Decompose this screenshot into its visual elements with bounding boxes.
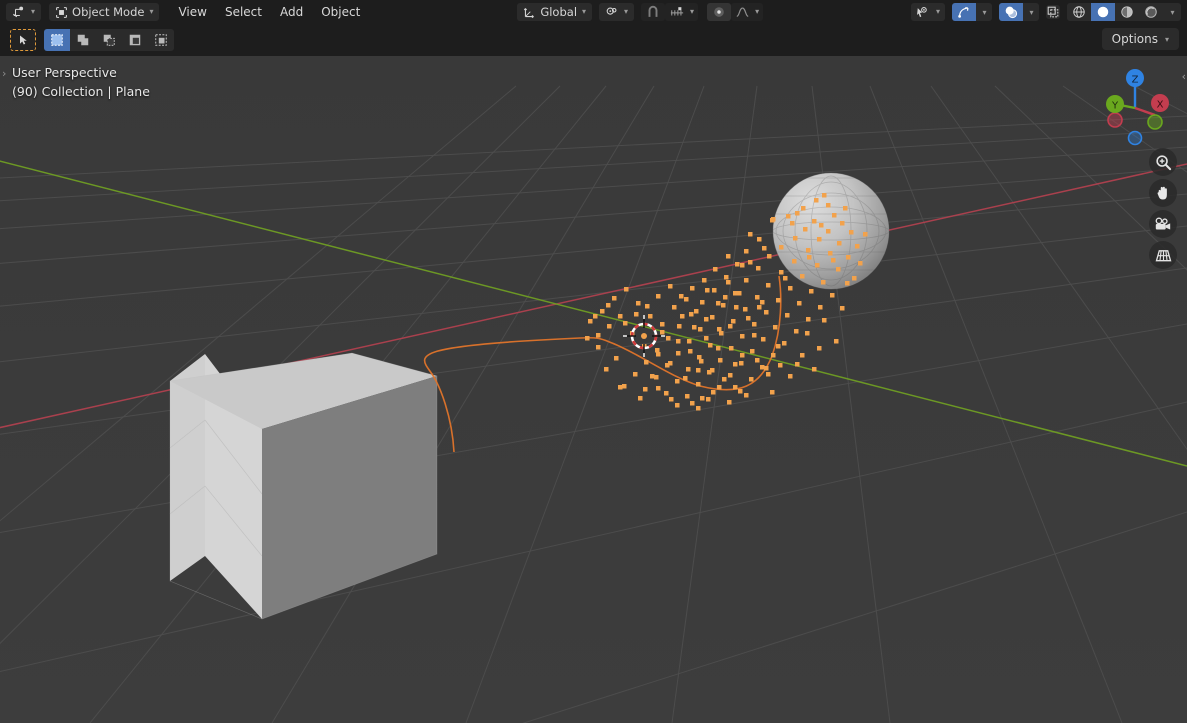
viewport-header: ▾ Object Mode ▾ View Select Add Object G…	[0, 0, 1187, 24]
select-invert-button[interactable]	[122, 29, 148, 51]
snap-toggle-button[interactable]	[641, 3, 665, 21]
chevron-down-icon: ▾	[982, 8, 986, 17]
chevron-down-icon: ▾	[690, 3, 694, 21]
overlays-options-dropdown[interactable]: ▾	[1023, 3, 1039, 21]
view-menu[interactable]: View	[169, 3, 215, 21]
select-set-button[interactable]	[44, 29, 70, 51]
show-overlays-toggle[interactable]	[999, 3, 1023, 21]
chevron-down-icon: ▾	[149, 3, 153, 21]
snap-increment-icon	[669, 5, 685, 19]
navigation-gizmo[interactable]: Z Y X	[1093, 62, 1177, 146]
select-extend-button[interactable]	[70, 29, 96, 51]
solid-shading-icon	[1096, 5, 1110, 19]
tool-options-label: Options	[1112, 32, 1158, 46]
toggle-xray-button[interactable]	[1046, 5, 1060, 19]
viewport-canvas	[0, 56, 1187, 723]
header-right-group: ▾ ▾ ▾	[911, 3, 1181, 21]
gizmo-group: ▾	[952, 3, 992, 21]
pivot-point-icon	[605, 5, 619, 19]
gizmo-axis-z-label: Z	[1132, 75, 1139, 86]
material-preview-icon	[1120, 5, 1134, 19]
hand-icon	[1155, 185, 1171, 202]
magnet-icon	[646, 5, 660, 19]
sidebar-toggle-arrow[interactable]: ›	[2, 67, 6, 80]
select-set-icon	[50, 33, 64, 47]
snapping-group: ▾	[641, 3, 698, 21]
object-visibility-dropdown[interactable]: ▾	[911, 3, 945, 21]
camera-icon	[1154, 217, 1172, 232]
tool-settings-bar: Options ▾	[0, 24, 1187, 56]
gizmo-axis-neg-x[interactable]	[1108, 113, 1122, 127]
show-gizmo-toggle[interactable]	[952, 3, 976, 21]
chevron-down-icon: ▾	[624, 3, 628, 21]
shading-options-dropdown[interactable]: ▾	[1163, 3, 1181, 21]
orientation-icon	[523, 6, 536, 19]
xray-icon	[1046, 5, 1060, 19]
chevron-down-icon: ▾	[1170, 8, 1174, 17]
camera-view-button[interactable]	[1149, 210, 1177, 238]
chevron-down-icon: ▾	[936, 3, 940, 21]
grid-perspective-icon	[1155, 248, 1172, 263]
editor-type-button[interactable]: ▾	[6, 3, 41, 21]
shading-rendered-button[interactable]	[1139, 3, 1163, 21]
magnifier-plus-icon	[1155, 154, 1172, 171]
chevron-down-icon: ▾	[755, 3, 759, 21]
editor-type-icon	[12, 5, 26, 19]
gizmo-axis-neg-z[interactable]	[1129, 132, 1142, 145]
shading-mode-group: ▾	[1067, 3, 1181, 21]
snap-target-dropdown[interactable]: ▾	[665, 3, 698, 21]
toggle-orthographic-button[interactable]	[1149, 241, 1177, 269]
shading-solid-button[interactable]	[1091, 3, 1115, 21]
gizmo-options-dropdown[interactable]: ▾	[976, 3, 992, 21]
3d-viewport[interactable]: › ‹ User Perspective (90) Collection | P…	[0, 56, 1187, 723]
overlays-icon	[1004, 5, 1018, 19]
chevron-down-icon: ▾	[1165, 35, 1169, 44]
object-mode-icon	[55, 6, 68, 19]
select-intersect-button[interactable]	[148, 29, 174, 51]
tool-options-button[interactable]: Options ▾	[1102, 28, 1179, 50]
add-menu[interactable]: Add	[271, 3, 312, 21]
gizmo-axis-x-label: X	[1157, 100, 1164, 111]
select-subtract-button[interactable]	[96, 29, 122, 51]
proportional-edit-icon	[712, 5, 726, 19]
tweak-tool-button[interactable]	[10, 29, 36, 51]
chevron-down-icon: ▾	[1029, 8, 1033, 17]
transform-orientation-label: Global	[540, 3, 577, 21]
overlays-group: ▾	[999, 3, 1039, 21]
smooth-falloff-icon	[735, 5, 750, 19]
viewport-side-tools	[1149, 148, 1177, 269]
gizmo-icon	[957, 5, 971, 19]
properties-toggle-arrow[interactable]: ‹	[1182, 70, 1186, 83]
shading-wireframe-button[interactable]	[1067, 3, 1091, 21]
interaction-mode-label: Object Mode	[72, 3, 144, 21]
header-menus: View Select Add Object	[169, 3, 369, 21]
rendered-shading-icon	[1144, 5, 1158, 19]
select-intersect-icon	[154, 33, 168, 47]
interaction-mode-dropdown[interactable]: Object Mode ▾	[49, 3, 159, 21]
proportional-edit-group: ▾	[707, 3, 763, 21]
select-mode-group	[44, 29, 174, 51]
transform-orientation-dropdown[interactable]: Global ▾	[517, 3, 592, 21]
chevron-down-icon: ▾	[582, 3, 586, 21]
shading-material-button[interactable]	[1115, 3, 1139, 21]
pivot-point-dropdown[interactable]: ▾	[599, 3, 634, 21]
object-visibility-icon	[916, 6, 931, 19]
gizmo-axis-y-label: Y	[1111, 101, 1119, 112]
select-subtract-icon	[102, 33, 116, 47]
chevron-down-icon: ▾	[31, 3, 35, 21]
pan-view-button[interactable]	[1149, 179, 1177, 207]
select-extend-icon	[76, 33, 90, 47]
gizmo-axis-neg-y[interactable]	[1148, 115, 1162, 129]
zoom-view-button[interactable]	[1149, 148, 1177, 176]
cursor-arrow-icon	[17, 34, 29, 46]
object-menu[interactable]: Object	[312, 3, 369, 21]
select-invert-icon	[128, 33, 142, 47]
select-menu[interactable]: Select	[216, 3, 271, 21]
proportional-falloff-dropdown[interactable]: ▾	[731, 3, 763, 21]
wireframe-shading-icon	[1072, 5, 1086, 19]
proportional-edit-toggle[interactable]	[707, 3, 731, 21]
